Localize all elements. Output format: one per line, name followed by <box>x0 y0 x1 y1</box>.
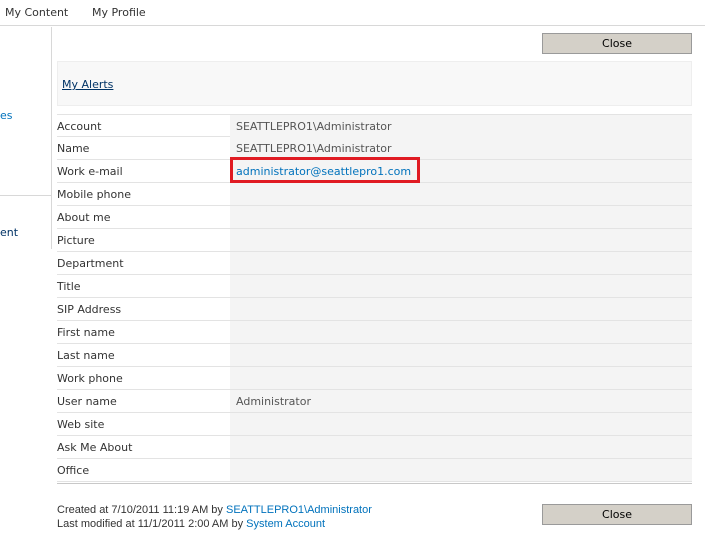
profile-properties-table: Account SEATTLEPRO1\Administrator Name S… <box>57 114 692 482</box>
top-navigation: My Content My Profile <box>0 0 705 26</box>
property-value-cell <box>230 183 692 205</box>
left-navigation: es ent <box>0 27 52 249</box>
property-row-sip-address: SIP Address <box>57 298 692 321</box>
property-label: Name <box>57 142 90 155</box>
modified-by-link[interactable]: System Account <box>246 518 325 530</box>
created-by-link[interactable]: SEATTLEPRO1\Administrator <box>226 504 372 516</box>
property-row-title: Title <box>57 275 692 298</box>
property-value: SEATTLEPRO1\Administrator <box>236 120 392 133</box>
property-value-cell: administrator@seattlepro1.com <box>230 160 692 182</box>
property-row-work-email: Work e-mail administrator@seattlepro1.co… <box>57 157 692 183</box>
property-value-cell <box>230 275 692 297</box>
property-label: Work e-mail <box>57 165 123 178</box>
close-button-bottom[interactable]: Close <box>542 504 692 525</box>
property-row-picture: Picture <box>57 229 692 252</box>
property-row-mobile-phone: Mobile phone <box>57 183 692 206</box>
property-value-cell <box>230 206 692 228</box>
property-value-cell <box>230 367 692 389</box>
property-value-cell <box>230 459 692 481</box>
modified-info: Last modified at 11/1/2011 2:00 AM by Sy… <box>57 518 325 530</box>
property-row-department: Department <box>57 252 692 275</box>
created-info: Created at 7/10/2011 11:19 AM by SEATTLE… <box>57 504 372 516</box>
property-label: Web site <box>57 418 105 431</box>
left-nav-item-1[interactable]: es <box>0 109 13 122</box>
left-nav-item-2[interactable]: ent <box>0 226 18 239</box>
my-alerts-link[interactable]: My Alerts <box>62 78 113 91</box>
property-label: Ask Me About <box>57 441 133 454</box>
property-row-office: Office <box>57 459 692 482</box>
property-row-work-phone: Work phone <box>57 367 692 390</box>
property-row-ask-me-about: Ask Me About <box>57 436 692 459</box>
property-value-cell <box>230 321 692 343</box>
property-row-first-name: First name <box>57 321 692 344</box>
property-value: Administrator <box>236 395 311 408</box>
property-label: About me <box>57 211 111 224</box>
property-label: Work phone <box>57 372 123 385</box>
property-label: Mobile phone <box>57 188 132 201</box>
property-label: SIP Address <box>57 303 122 316</box>
property-row-account: Account SEATTLEPRO1\Administrator <box>57 114 692 137</box>
property-label: Office <box>57 464 90 477</box>
property-row-about-me: About me <box>57 206 692 229</box>
property-value-cell <box>230 413 692 435</box>
tab-my-profile[interactable]: My Profile <box>92 6 146 19</box>
property-value: SEATTLEPRO1\Administrator <box>236 142 392 155</box>
property-row-web-site: Web site <box>57 413 692 436</box>
property-label: Picture <box>57 234 95 247</box>
property-value-cell: SEATTLEPRO1\Administrator <box>230 137 692 159</box>
property-row-name: Name SEATTLEPRO1\Administrator <box>57 137 692 160</box>
property-value-cell: SEATTLEPRO1\Administrator <box>230 115 692 137</box>
property-value-cell: Administrator <box>230 390 692 412</box>
property-label: Account <box>57 120 102 133</box>
left-nav-divider <box>0 195 52 196</box>
property-label: First name <box>57 326 115 339</box>
property-row-user-name: User name Administrator <box>57 390 692 413</box>
property-value-cell <box>230 436 692 458</box>
property-label: User name <box>57 395 117 408</box>
property-value-cell <box>230 229 692 251</box>
modified-text: Last modified at 11/1/2011 2:00 AM by <box>57 518 247 530</box>
property-value-cell <box>230 252 692 274</box>
property-label: Title <box>57 280 81 293</box>
close-button-top[interactable]: Close <box>542 33 692 54</box>
property-row-last-name: Last name <box>57 344 692 367</box>
property-label: Department <box>57 257 124 270</box>
footer-divider <box>57 483 692 484</box>
property-label: Last name <box>57 349 115 362</box>
created-text: Created at 7/10/2011 11:19 AM by <box>57 504 226 516</box>
tab-my-content[interactable]: My Content <box>5 6 68 19</box>
work-email-link[interactable]: administrator@seattlepro1.com <box>236 165 411 178</box>
property-value-cell <box>230 344 692 366</box>
alerts-panel: My Alerts <box>57 61 692 106</box>
property-value-cell <box>230 298 692 320</box>
